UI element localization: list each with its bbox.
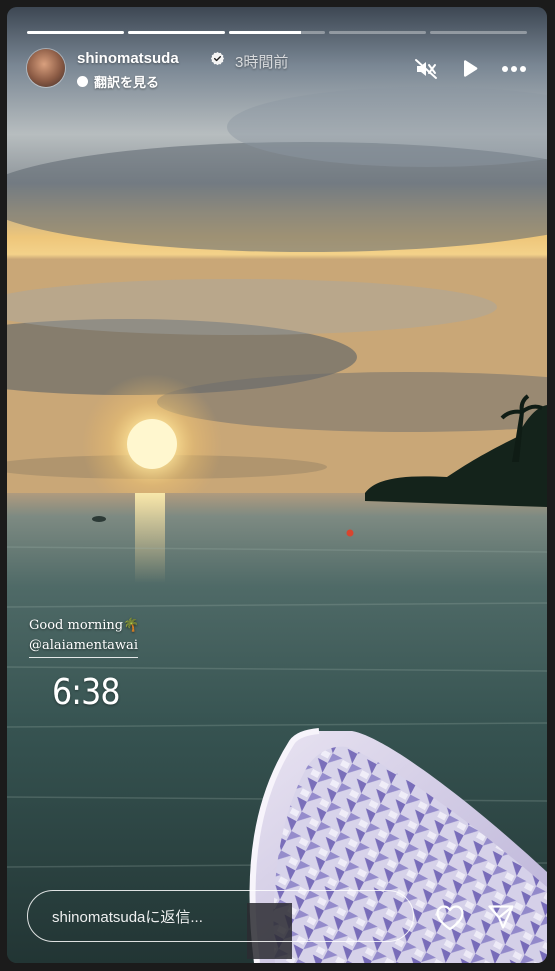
story-timestamp: 3時間前	[235, 54, 289, 71]
progress-fill	[27, 31, 124, 34]
play-icon	[464, 60, 478, 77]
progress-fill	[228, 31, 302, 34]
translate-icon	[77, 76, 88, 87]
send-icon	[488, 905, 514, 929]
progress-segment	[329, 31, 427, 34]
progress-segment	[430, 31, 527, 34]
share-button[interactable]	[486, 902, 516, 932]
play-button[interactable]	[457, 57, 483, 81]
heart-icon	[436, 904, 464, 930]
progress-segment	[228, 31, 326, 34]
see-translation-link[interactable]: 翻訳を見る	[77, 72, 159, 91]
username[interactable]: shinomatsuda	[77, 50, 179, 67]
mute-button[interactable]	[413, 57, 439, 81]
progress-segment	[127, 31, 225, 34]
avatar[interactable]	[27, 49, 65, 87]
progress-segment	[27, 31, 124, 34]
progress-fill	[127, 31, 225, 34]
story-caption: Good morning🌴 @alaiamentawai	[29, 616, 139, 658]
mention-sticker[interactable]: @alaiamentawai	[29, 636, 138, 658]
story-viewer: shinomatsuda 3時間前 翻訳を見る Good morning🌴 @a…	[7, 7, 547, 963]
time-sticker: 6:38	[52, 672, 121, 713]
speaker-muted-icon	[415, 59, 437, 79]
story-photo	[7, 7, 547, 963]
more-options-button[interactable]	[501, 57, 527, 81]
story-controls	[413, 57, 527, 81]
caption-text: Good morning🌴	[29, 618, 140, 633]
reply-field[interactable]	[27, 890, 414, 943]
see-translation-label: 翻訳を見る	[94, 75, 160, 90]
like-button[interactable]	[435, 902, 465, 932]
story-progress-bar	[27, 31, 527, 34]
more-horizontal-icon	[502, 66, 526, 72]
story-header: shinomatsuda 3時間前 翻訳を見る	[27, 47, 527, 91]
verified-badge-icon	[210, 51, 225, 66]
reply-input[interactable]	[50, 891, 394, 943]
